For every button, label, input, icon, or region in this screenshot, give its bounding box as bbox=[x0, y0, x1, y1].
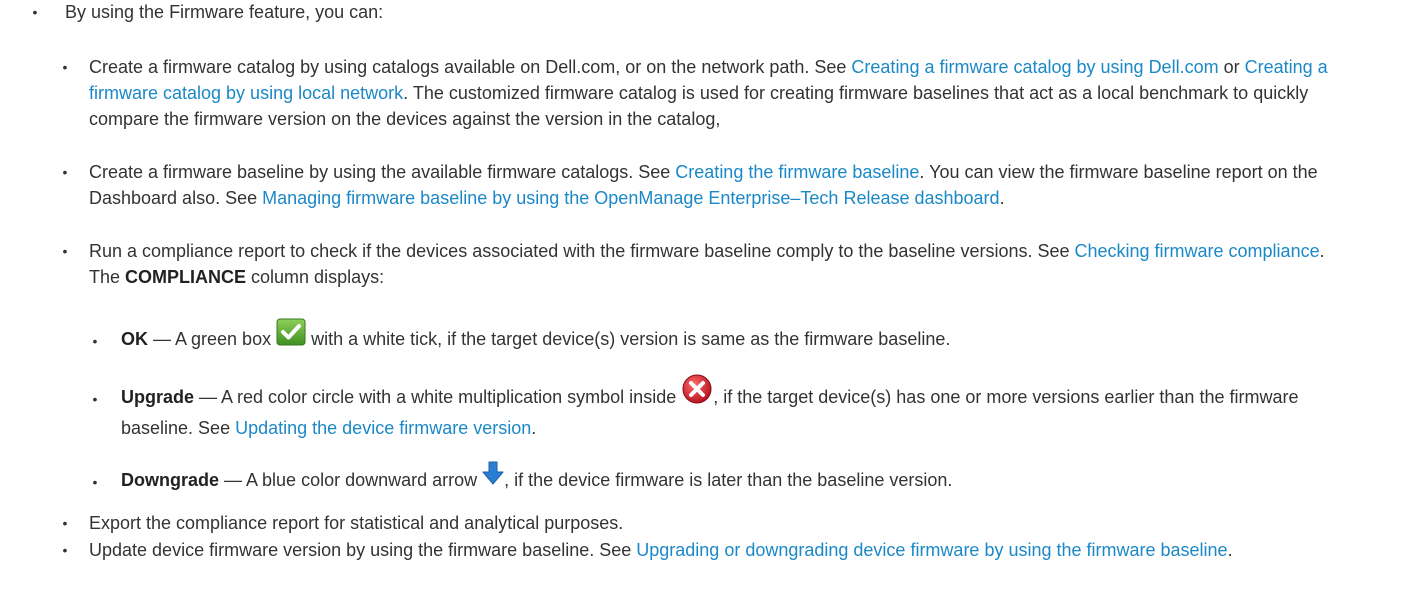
compliance-text-1: Run a compliance report to check if the … bbox=[89, 241, 1075, 261]
blue-down-arrow-icon bbox=[482, 461, 504, 494]
bullet: • bbox=[62, 243, 68, 259]
bullet: • bbox=[62, 59, 68, 75]
downgrade-text-1: — A blue color downward arrow bbox=[219, 470, 483, 490]
link-upgrading-downgrading-firmware[interactable]: Upgrading or downgrading device firmware… bbox=[636, 540, 1227, 560]
bullet: • bbox=[32, 4, 38, 20]
downgrade-label: Downgrade bbox=[121, 470, 220, 490]
sub-item-downgrade: Downgrade — A blue color downward arrow … bbox=[121, 461, 1361, 495]
downgrade-text-2: , if the device firmware is later than t… bbox=[504, 470, 953, 490]
bullet: • bbox=[92, 474, 98, 490]
ok-text-2: with a white tick, if the target device(… bbox=[306, 329, 951, 349]
green-check-box-icon bbox=[276, 318, 306, 355]
catalog-text-1: Create a firmware catalog by using catal… bbox=[89, 57, 852, 77]
baseline-text-3: . bbox=[999, 188, 1005, 208]
list-item-export: Export the compliance report for statist… bbox=[89, 510, 1329, 536]
update-text-2: . bbox=[1227, 540, 1233, 560]
compliance-text-3: column displays: bbox=[246, 267, 385, 287]
list-item-update: Update device firmware version by using … bbox=[89, 537, 1329, 563]
list-item-catalog: Create a firmware catalog by using catal… bbox=[89, 54, 1329, 132]
link-managing-baseline-dashboard[interactable]: Managing firmware baseline by using the … bbox=[262, 188, 999, 208]
bullet: • bbox=[62, 515, 68, 531]
upgrade-text-1: — A red color circle with a white multip… bbox=[194, 387, 682, 407]
red-x-circle-icon bbox=[681, 374, 713, 413]
bullet: • bbox=[62, 164, 68, 180]
link-creating-baseline[interactable]: Creating the firmware baseline bbox=[675, 162, 919, 182]
link-catalog-dell[interactable]: Creating a firmware catalog by using Del… bbox=[851, 57, 1218, 77]
link-updating-device-firmware[interactable]: Updating the device firmware version bbox=[235, 418, 531, 438]
intro-text: By using the Firmware feature, you can: bbox=[65, 0, 1365, 25]
export-text: Export the compliance report for statist… bbox=[89, 513, 624, 533]
ok-text-1: — A green box bbox=[148, 329, 277, 349]
upgrade-label: Upgrade bbox=[121, 387, 195, 407]
bullet: • bbox=[92, 333, 98, 349]
bullet: • bbox=[62, 542, 68, 558]
bullet: • bbox=[92, 391, 98, 407]
intro-label: By using the Firmware feature, you can: bbox=[65, 2, 384, 22]
compliance-column-name: COMPLIANCE bbox=[125, 267, 247, 287]
link-checking-compliance[interactable]: Checking firmware compliance bbox=[1075, 241, 1320, 261]
update-text-1: Update device firmware version by using … bbox=[89, 540, 637, 560]
list-item-baseline: Create a firmware baseline by using the … bbox=[89, 159, 1329, 211]
list-item-compliance: Run a compliance report to check if the … bbox=[89, 238, 1329, 290]
sub-item-ok: OK — A green box with a white tick, if t… bbox=[121, 318, 1361, 355]
catalog-text-2: or bbox=[1218, 57, 1245, 77]
ok-label: OK bbox=[121, 329, 148, 349]
sub-item-upgrade: Upgrade — A red color circle with a whit… bbox=[121, 374, 1361, 443]
baseline-text-1: Create a firmware baseline by using the … bbox=[89, 162, 676, 182]
upgrade-text-3: . bbox=[531, 417, 537, 438]
